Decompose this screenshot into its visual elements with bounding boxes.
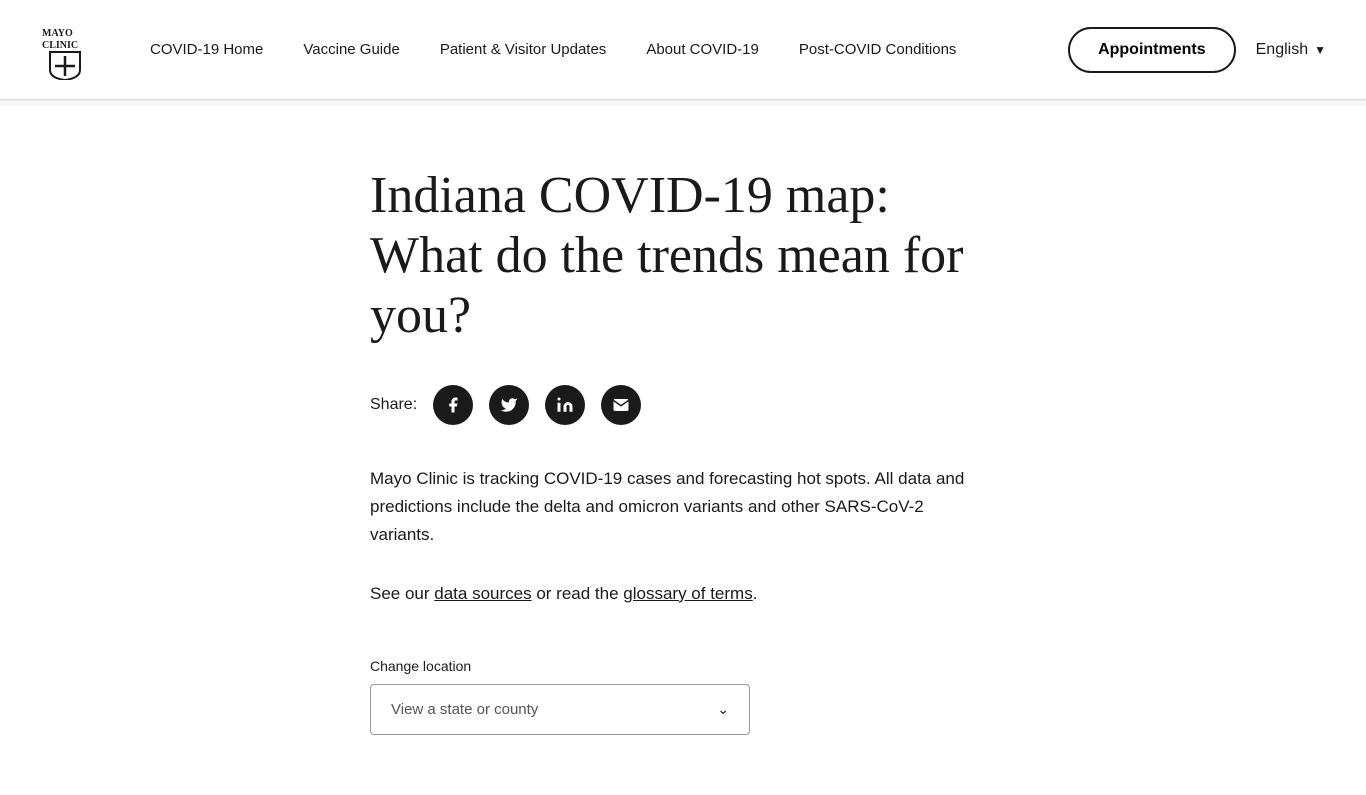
language-label: English (1256, 41, 1308, 59)
header-left: MAYO CLINIC COVID-19 Home Vaccine Guide … (40, 20, 956, 80)
facebook-icon (444, 396, 462, 414)
header-right: Appointments English ▼ (1068, 27, 1326, 73)
page-title: Indiana COVID-19 map: What do the trends… (370, 166, 990, 345)
share-label: Share: (370, 396, 417, 414)
site-header: MAYO CLINIC COVID-19 Home Vaccine Guide … (0, 0, 1366, 100)
chevron-down-icon: ▼ (1314, 43, 1326, 57)
svg-text:MAYO: MAYO (42, 28, 73, 39)
main-content: Indiana COVID-19 map: What do the trends… (0, 106, 1366, 795)
dropdown-placeholder-text: View a state or county (391, 701, 538, 718)
svg-text:CLINIC: CLINIC (42, 40, 78, 51)
language-selector[interactable]: English ▼ (1256, 41, 1326, 59)
email-icon (612, 396, 630, 414)
main-nav: COVID-19 Home Vaccine Guide Patient & Vi… (150, 41, 956, 58)
email-share-button[interactable] (601, 385, 641, 425)
data-sources-link[interactable]: data sources (434, 584, 531, 603)
facebook-share-button[interactable] (433, 385, 473, 425)
nav-patient-visitor[interactable]: Patient & Visitor Updates (440, 41, 606, 58)
share-section: Share: (370, 385, 1326, 425)
dropdown-chevron-icon: ⌄ (717, 701, 729, 718)
change-location-section: Change location View a state or county ⌄ (370, 658, 770, 735)
linkedin-share-button[interactable] (545, 385, 585, 425)
nav-post-covid[interactable]: Post-COVID Conditions (799, 41, 957, 58)
mayo-clinic-logo: MAYO CLINIC (40, 20, 90, 80)
nav-covid19-home[interactable]: COVID-19 Home (150, 41, 263, 58)
location-dropdown[interactable]: View a state or county ⌄ (370, 684, 750, 735)
nav-about-covid[interactable]: About COVID-19 (646, 41, 759, 58)
twitter-icon (500, 396, 518, 414)
see-our-suffix: . (753, 584, 758, 603)
change-location-label: Change location (370, 658, 770, 674)
twitter-share-button[interactable] (489, 385, 529, 425)
appointments-button[interactable]: Appointments (1068, 27, 1236, 73)
see-our-middle: or read the (532, 584, 624, 603)
description-text: Mayo Clinic is tracking COVID-19 cases a… (370, 465, 970, 549)
sources-text: See our data sources or read the glossar… (370, 580, 970, 608)
glossary-link[interactable]: glossary of terms (623, 584, 752, 603)
logo-link[interactable]: MAYO CLINIC (40, 20, 90, 80)
see-our-prefix: See our (370, 584, 434, 603)
nav-vaccine-guide[interactable]: Vaccine Guide (303, 41, 399, 58)
linkedin-icon (556, 396, 574, 414)
